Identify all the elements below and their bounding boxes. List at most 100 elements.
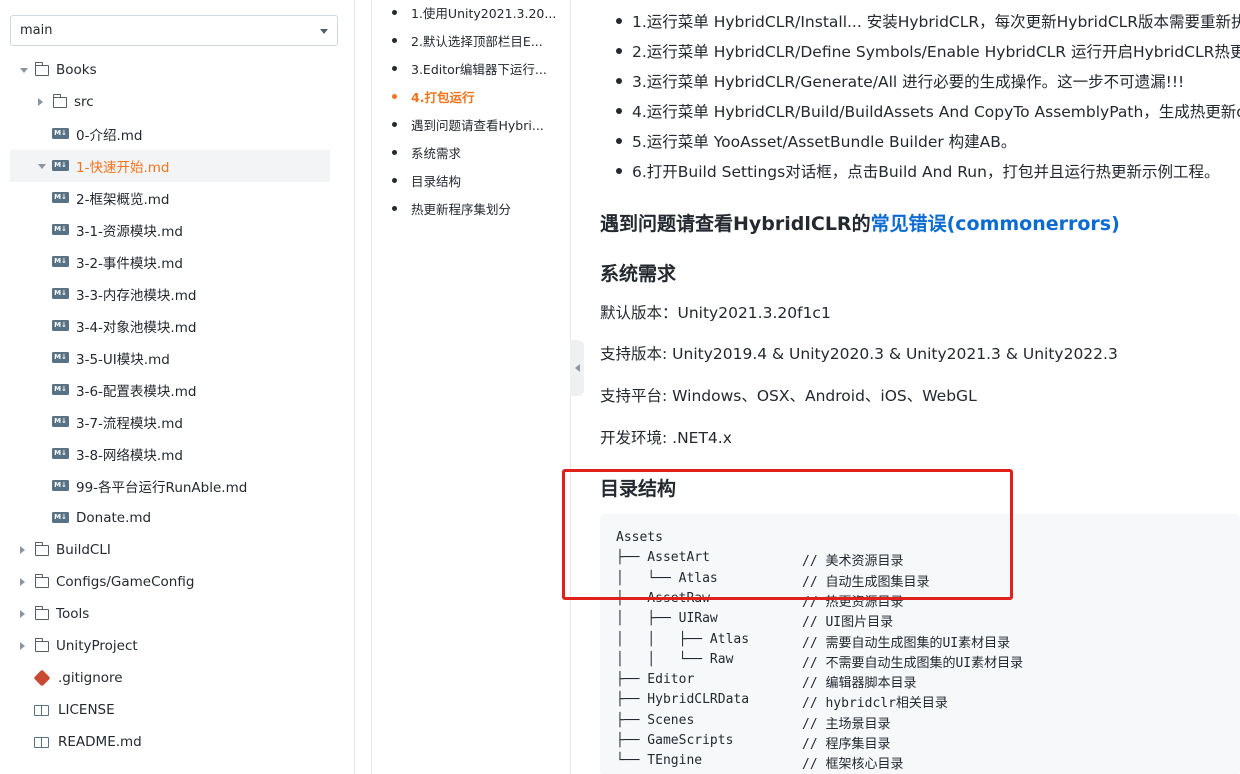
toc-item-label: 3.Editor编辑器下运行...: [411, 61, 547, 77]
step-text: 2.运行菜单 HybridCLR/Define Symbols/Enable H…: [632, 43, 1240, 61]
code-tree-text: Assets: [616, 530, 663, 545]
bullet-icon: [616, 18, 622, 24]
tree-folder[interactable]: BuildCLI: [10, 534, 330, 566]
tree-item-label: 3-4-对象池模块.md: [76, 320, 197, 336]
markdown-icon: M↓: [52, 254, 69, 270]
toc-item[interactable]: 3.Editor编辑器下运行...: [392, 56, 567, 80]
toc-item[interactable]: 目录结构: [392, 168, 567, 192]
book-icon: [34, 734, 50, 750]
toc-item[interactable]: 热更新程序集划分: [392, 196, 567, 220]
tree-item-label: src: [74, 94, 94, 110]
code-line: │ ├── UIRaw // UI图片目录: [616, 611, 893, 631]
chevron-left-icon: [574, 364, 580, 372]
code-comment: // hybridclr相关目录: [802, 696, 948, 712]
toc-item-label: 2.默认选择顶部栏目E...: [411, 33, 543, 49]
tree-item-label: 0-介绍.md: [76, 128, 143, 144]
code-line: │ │ ├── Atlas // 需要自动生成图集的UI素材目录: [616, 631, 1010, 652]
bullet-icon: [392, 205, 397, 211]
requirement-line: 默认版本：Unity2021.3.20f1c1: [600, 304, 831, 322]
markdown-icon: M↓: [52, 286, 69, 302]
tree-item-label: 3-7-流程模块.md: [76, 416, 183, 432]
toc-item[interactable]: 4.打包运行: [392, 84, 567, 108]
tree-folder[interactable]: src: [10, 86, 330, 118]
code-comment: // 不需要自动生成图集的UI素材目录: [802, 655, 1024, 671]
chevron-down-icon: [320, 29, 328, 34]
code-line: │ └── Atlas // 自动生成图集目录: [616, 571, 929, 591]
tree-file[interactable]: M↓ 1-快速开始.md: [10, 150, 330, 182]
chevron-down-icon[interactable]: [38, 161, 48, 171]
structure-heading: 目录结构: [600, 478, 677, 500]
tree-folder[interactable]: Books: [10, 54, 330, 86]
code-comment: // 美术资源目录: [802, 554, 904, 570]
code-comment: // 框架核心目录: [802, 757, 904, 773]
tree-file[interactable]: M↓ 99-各平台运行RunAble.md: [10, 470, 330, 502]
code-comment: // 主场景目录: [802, 716, 891, 732]
toc-item[interactable]: 1.使用Unity2021.3.20...: [392, 0, 567, 24]
collapse-toc-button[interactable]: [570, 340, 584, 396]
chevron-right-icon[interactable]: [20, 609, 30, 619]
folder-icon: [34, 62, 51, 78]
chevron-right-icon[interactable]: [20, 577, 30, 587]
markdown-icon: M↓: [52, 478, 69, 494]
tree-item-label: 99-各平台运行RunAble.md: [76, 480, 248, 496]
tree-folder[interactable]: UnityProject: [10, 630, 330, 662]
tree-file[interactable]: M↓ 3-4-对象池模块.md: [10, 310, 330, 342]
tree-item-label: Donate.md: [76, 510, 152, 526]
code-line: ├── AssetRaw // 热更资源目录: [616, 591, 903, 611]
tree-file[interactable]: M↓ 3-3-内存池模块.md: [10, 278, 330, 310]
code-tree-text: │ │ ├── Atlas: [616, 631, 750, 647]
code-line: └── TEngine // 框架核心目录: [616, 753, 903, 773]
bullet-icon: [392, 9, 397, 15]
step-item: 6.打开Build Settings对话框，点击Build And Run，打包…: [616, 160, 1219, 182]
code-tree-text: ├── HybridCLRData: [616, 692, 750, 708]
tree-file[interactable]: M↓ Donate.md: [10, 502, 330, 534]
common-errors-link[interactable]: 常见错误(commonerrors): [871, 213, 1120, 235]
book-icon: [34, 702, 50, 718]
step-text: 1.运行菜单 HybridCLR/Install... 安装HybridCLR，…: [632, 13, 1240, 31]
tree-file[interactable]: .gitignore: [10, 662, 330, 694]
toc-item[interactable]: 2.默认选择顶部栏目E...: [392, 28, 567, 52]
tree-item-label: 3-1-资源模块.md: [76, 224, 183, 240]
markdown-content: 1.运行菜单 HybridCLR/Install... 安装HybridCLR，…: [600, 0, 1240, 774]
tree-item-label: 3-8-网络模块.md: [76, 448, 183, 464]
bullet-icon: [392, 65, 397, 71]
tree-file[interactable]: M↓ 3-5-UI模块.md: [10, 342, 330, 374]
markdown-icon: M↓: [52, 158, 69, 174]
tree-file[interactable]: M↓ 3-1-资源模块.md: [10, 214, 330, 246]
code-line: Assets: [616, 530, 663, 550]
chevron-down-icon[interactable]: [20, 65, 30, 75]
tree-file[interactable]: M↓ 3-2-事件模块.md: [10, 246, 330, 278]
toc-item[interactable]: 系统需求: [392, 140, 567, 164]
code-tree-text: ├── AssetArt: [616, 550, 710, 566]
step-text: 4.运行菜单 HybridCLR/Build/BuildAssets And C…: [632, 103, 1240, 121]
step-text: 6.打开Build Settings对话框，点击Build And Run，打包…: [632, 163, 1220, 181]
tree-item-label: BuildCLI: [56, 542, 111, 558]
tree-file[interactable]: README.md: [10, 726, 330, 758]
folder-icon: [52, 94, 69, 110]
tree-item-label: 3-5-UI模块.md: [76, 352, 170, 368]
folder-icon: [34, 574, 51, 590]
bullet-icon: [616, 138, 622, 144]
table-of-contents: 1.使用Unity2021.3.20... 2.默认选择顶部栏目E... 3.Edi…: [371, 0, 571, 774]
tree-folder[interactable]: Configs/GameConfig: [10, 566, 330, 598]
tree-file[interactable]: M↓ 2-框架概览.md: [10, 182, 330, 214]
code-line: │ │ └── Raw // 不需要自动生成图集的UI素材目录: [616, 652, 1023, 672]
tree-file[interactable]: LICENSE: [10, 694, 330, 726]
branch-select[interactable]: main: [10, 15, 338, 46]
step-item: 1.运行菜单 HybridCLR/Install... 安装HybridCLR，…: [616, 10, 1240, 32]
code-tree-text: ├── Scenes: [616, 712, 695, 728]
chevron-right-icon[interactable]: [20, 545, 30, 555]
tree-folder[interactable]: Tools: [10, 598, 330, 630]
markdown-icon: M↓: [52, 350, 69, 366]
tree-file[interactable]: M↓ 3-7-流程模块.md: [10, 406, 330, 438]
tree-file[interactable]: M↓ 3-6-配置表模块.md: [10, 374, 330, 406]
requirements-heading: 系统需求: [600, 263, 677, 285]
toc-item[interactable]: 遇到问题请查看Hybri...: [392, 112, 567, 136]
toc-item-label: 热更新程序集划分: [411, 201, 512, 217]
tree-file[interactable]: M↓ 0-介绍.md: [10, 118, 330, 150]
code-tree-text: │ ├── UIRaw: [616, 611, 718, 627]
code-comment: // 热更资源目录: [802, 594, 904, 610]
tree-file[interactable]: M↓ 3-8-网络模块.md: [10, 438, 330, 470]
chevron-right-icon[interactable]: [20, 641, 30, 651]
chevron-right-icon[interactable]: [38, 97, 48, 107]
